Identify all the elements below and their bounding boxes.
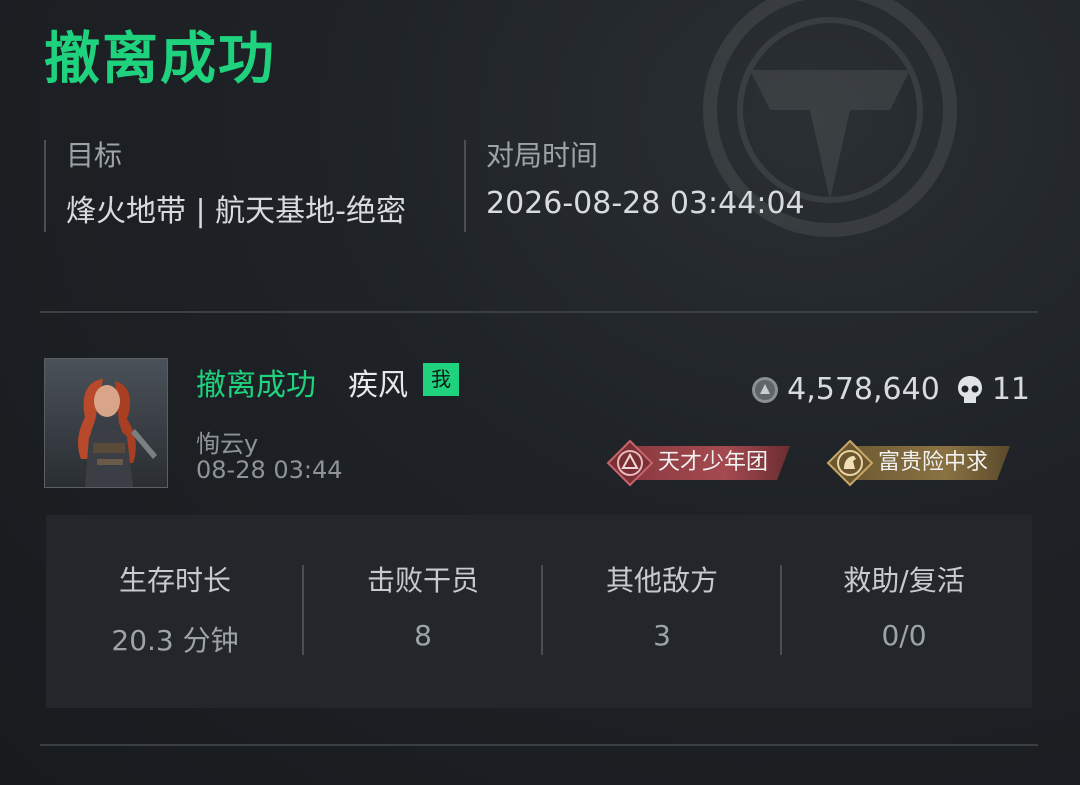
stat-rescue-revive: 救助/复活 0/0 xyxy=(782,515,1026,708)
player-id: 恂云y xyxy=(196,430,259,458)
stat-value: 8 xyxy=(414,619,432,652)
extraction-status: 撤离成功 xyxy=(196,368,316,403)
divider xyxy=(40,744,1038,746)
stat-label: 救助/复活 xyxy=(843,564,965,597)
target-value: 烽火地带 | 航天基地-绝密 xyxy=(66,194,407,229)
stat-value: 20.3 分钟 xyxy=(111,624,239,657)
stat-label: 击败干员 xyxy=(366,564,479,597)
skull-icon xyxy=(957,375,982,403)
stats-panel: 生存时长 20.3 分钟 击败干员 8 其他敌方 3 救助/复活 0/0 xyxy=(46,515,1032,708)
stat-survival-time: 生存时长 20.3 分钟 xyxy=(46,515,304,708)
kill-count: 11 xyxy=(991,372,1030,407)
operator-name: 疾风 xyxy=(348,368,408,403)
match-time-label: 对局时间 xyxy=(486,139,599,172)
match-time-section: 对局时间 2026-08-28 03:44:04 xyxy=(464,139,805,232)
me-tag: 我 xyxy=(423,363,459,396)
stat-label: 其他敌方 xyxy=(605,564,718,597)
stat-other-enemies: 其他敌方 3 xyxy=(543,515,781,708)
stat-value: 0/0 xyxy=(881,619,927,652)
target-section: 目标 烽火地带 | 航天基地-绝密 xyxy=(44,139,407,232)
stat-label: 生存时长 xyxy=(118,564,231,597)
stat-value: 3 xyxy=(653,619,671,652)
asset-value: 4,578,640 xyxy=(787,372,940,407)
coin-icon xyxy=(752,376,779,403)
page-title: 撤离成功 xyxy=(44,27,276,92)
stat-operators-defeated: 击败干员 8 xyxy=(304,515,542,708)
player-summary: 4,578,640 11 xyxy=(751,372,1030,407)
divider xyxy=(40,311,1038,313)
badge-fortune[interactable]: 富贵险中求 xyxy=(826,439,1011,487)
badge-genius-team[interactable]: 天才少年团 xyxy=(606,439,791,487)
target-label: 目标 xyxy=(66,139,123,172)
match-time-value: 2026-08-28 03:44:04 xyxy=(486,186,805,221)
triangle-emblem-icon xyxy=(606,439,654,487)
horse-emblem-icon xyxy=(826,439,874,487)
player-time: 08-28 03:44 xyxy=(196,456,343,484)
avatar[interactable] xyxy=(44,358,168,488)
